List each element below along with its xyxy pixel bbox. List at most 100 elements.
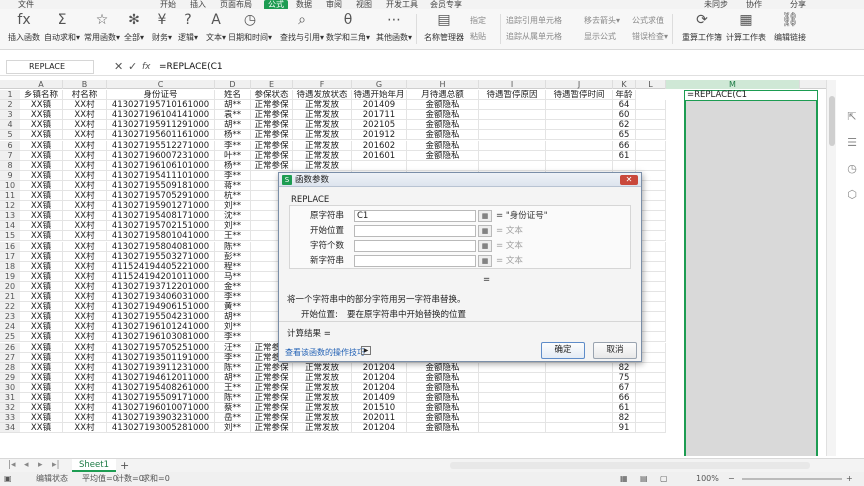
table-cell[interactable]: 岳** <box>215 413 251 424</box>
table-cell[interactable]: 413027195408171000 <box>107 211 215 222</box>
table-cell[interactable]: 金额隐私 <box>407 100 479 111</box>
table-cell[interactable]: 正常发放 <box>293 393 352 403</box>
empty-cell[interactable] <box>636 120 666 131</box>
zoom-slider[interactable] <box>742 478 842 480</box>
row-header-8[interactable]: 8 <box>0 160 20 171</box>
last-sheet-icon[interactable]: ▸| <box>52 460 60 470</box>
table-cell[interactable]: 413027196106101000 <box>107 160 215 171</box>
table-cell[interactable]: 金** <box>215 281 251 292</box>
table-cell[interactable]: 413027195705251000 <box>107 342 215 353</box>
row-header-31[interactable]: 31 <box>0 393 20 403</box>
table-cell[interactable]: 413027193501191000 <box>107 352 215 363</box>
table-cell[interactable]: XX村 <box>63 312 107 323</box>
range-picker-icon[interactable]: ▦ <box>478 255 492 267</box>
column-header-L[interactable]: L <box>636 80 666 89</box>
table-cell[interactable]: XX镇 <box>20 393 63 403</box>
table-cell[interactable]: 金额隐私 <box>407 382 479 393</box>
table-cell[interactable]: XX镇 <box>20 251 63 262</box>
table-cell[interactable]: 正常参保 <box>251 362 293 373</box>
table-cell[interactable]: 陈** <box>215 362 251 373</box>
table-cell[interactable]: 黄** <box>215 302 251 313</box>
cube-icon[interactable]: ⬡ <box>844 188 860 202</box>
table-cell[interactable]: 201409 <box>352 100 407 111</box>
empty-cell[interactable] <box>546 140 613 151</box>
help-link[interactable]: 查看该函数的操作技巧 <box>285 347 365 358</box>
row-header-2[interactable]: 2 <box>0 100 20 111</box>
ok-button[interactable]: 确定 <box>541 342 585 359</box>
table-cell[interactable]: XX村 <box>63 423 107 434</box>
column-header-F[interactable]: F <box>293 80 352 89</box>
table-cell[interactable]: 正常参保 <box>251 150 293 161</box>
table-cell[interactable]: 刘** <box>215 322 251 333</box>
header-cell-C[interactable]: 身份证号 <box>107 90 215 100</box>
table-cell[interactable]: 胡** <box>215 312 251 323</box>
table-cell[interactable]: 75 <box>613 372 636 383</box>
table-cell[interactable]: 杨** <box>215 130 251 141</box>
table-cell[interactable]: 正常参保 <box>251 393 293 403</box>
first-sheet-icon[interactable]: |◂ <box>8 460 16 470</box>
table-cell[interactable]: XX村 <box>63 393 107 403</box>
table-cell[interactable]: 正常发放 <box>293 100 352 111</box>
table-cell[interactable]: XX镇 <box>20 130 63 141</box>
row-header-18[interactable]: 18 <box>0 261 20 272</box>
menu-tab-7[interactable]: 视图 <box>356 0 372 9</box>
empty-cell[interactable] <box>546 393 613 403</box>
row-header-14[interactable]: 14 <box>0 221 20 232</box>
vertical-scrollbar[interactable] <box>826 80 836 456</box>
empty-cell[interactable] <box>479 100 546 111</box>
table-cell[interactable]: 413027195509181000 <box>107 180 215 191</box>
table-cell[interactable]: 正常参保 <box>251 100 293 111</box>
table-cell[interactable]: 王** <box>215 231 251 242</box>
table-cell[interactable]: XX镇 <box>20 352 63 363</box>
table-cell[interactable]: 413027194906151000 <box>107 302 215 313</box>
add-sheet-button[interactable]: + <box>120 459 129 472</box>
select-icon[interactable]: ⇱ <box>844 110 860 124</box>
table-cell[interactable]: XX镇 <box>20 150 63 161</box>
fx-icon[interactable]: fx <box>142 60 151 74</box>
menu-tab-4[interactable]: 公式 <box>264 0 288 9</box>
table-cell[interactable]: 正常参保 <box>251 372 293 383</box>
prev-sheet-icon[interactable]: ◂ <box>24 460 29 470</box>
view-normal-icon[interactable]: ▦ <box>620 472 628 486</box>
table-cell[interactable]: XX村 <box>63 332 107 343</box>
table-cell[interactable]: 413027195601161000 <box>107 130 215 141</box>
cancel-icon[interactable]: ✕ <box>114 60 123 74</box>
empty-cell[interactable] <box>636 423 666 434</box>
row-header-29[interactable]: 29 <box>0 372 20 383</box>
empty-cell[interactable] <box>546 423 613 434</box>
empty-cell[interactable] <box>636 150 666 161</box>
row-header-33[interactable]: 33 <box>0 413 20 424</box>
table-cell[interactable]: 正常参保 <box>251 382 293 393</box>
table-cell[interactable]: 413027193406031000 <box>107 292 215 302</box>
table-cell[interactable]: 201711 <box>352 110 407 121</box>
table-cell[interactable]: XX村 <box>63 211 107 222</box>
table-cell[interactable]: XX镇 <box>20 140 63 151</box>
table-cell[interactable]: XX村 <box>63 413 107 424</box>
table-cell[interactable]: 正常参保 <box>251 413 293 424</box>
table-cell[interactable]: 413027195408261000 <box>107 382 215 393</box>
column-header-K[interactable]: K <box>613 80 636 89</box>
table-cell[interactable]: 金额隐私 <box>407 413 479 424</box>
table-cell[interactable]: XX村 <box>63 372 107 383</box>
table-cell[interactable]: XX村 <box>63 150 107 161</box>
column-header-G[interactable]: G <box>352 80 407 89</box>
table-cell[interactable]: XX村 <box>63 382 107 393</box>
table-cell[interactable]: 金额隐私 <box>407 110 479 121</box>
table-cell[interactable]: XX村 <box>63 241 107 252</box>
table-cell[interactable]: XX村 <box>63 251 107 262</box>
ribbon-small-button-2[interactable]: 追踪引用单元格 <box>506 15 562 26</box>
table-cell[interactable]: 正常发放 <box>293 423 352 434</box>
table-cell[interactable]: 蒋** <box>215 180 251 191</box>
table-cell[interactable]: 201204 <box>352 382 407 393</box>
row-header-20[interactable]: 20 <box>0 281 20 292</box>
row-header-5[interactable]: 5 <box>0 130 20 141</box>
empty-cell[interactable] <box>479 362 546 373</box>
table-cell[interactable]: 杨** <box>215 160 251 171</box>
ribbon-button-1[interactable]: Σ 自动求和▾ <box>40 11 84 47</box>
horizontal-scrollbar[interactable] <box>450 462 810 469</box>
table-cell[interactable]: 正常参保 <box>251 403 293 414</box>
empty-cell[interactable] <box>546 120 613 131</box>
table-cell[interactable]: 67 <box>613 382 636 393</box>
table-cell[interactable]: 正常发放 <box>293 413 352 424</box>
clock-icon[interactable]: ◷ <box>844 162 860 176</box>
